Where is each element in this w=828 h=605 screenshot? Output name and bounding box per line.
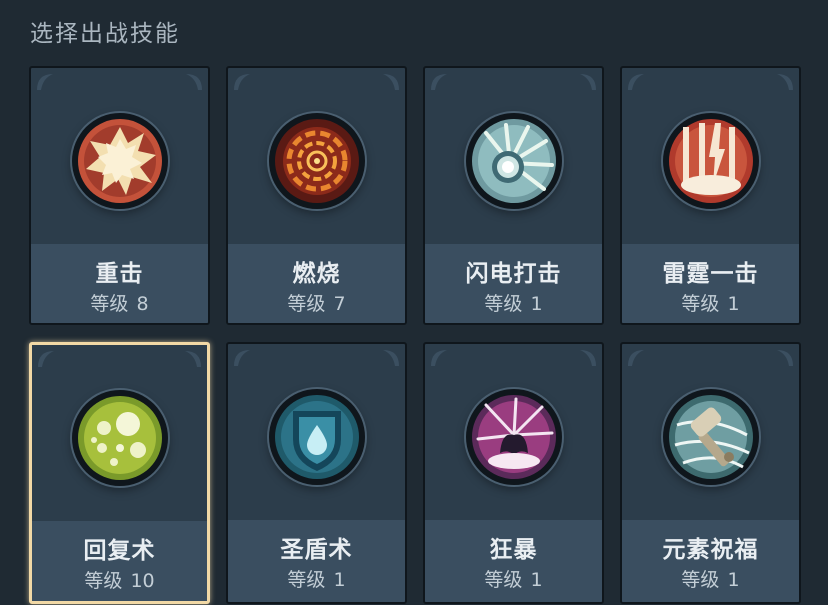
- skill-level: 等级 1: [622, 565, 799, 592]
- skill-level: 等级 10: [32, 566, 207, 593]
- corner-ornament-icon: [38, 351, 54, 367]
- skill-name: 燃烧: [292, 261, 341, 287]
- skill-level: 等级 1: [425, 289, 602, 316]
- heavy-strike-icon: [77, 119, 162, 203]
- skill-card-holy-shield[interactable]: 圣盾术 等级 1: [226, 342, 407, 604]
- skill-name: 回复术: [83, 538, 156, 564]
- skill-level: 等级 7: [228, 289, 405, 316]
- skill-medallion: [465, 389, 562, 485]
- corner-ornament-icon: [234, 74, 250, 90]
- skill-name: 元素祝福: [662, 537, 759, 563]
- skill-medallion: [71, 113, 168, 209]
- level-value: 7: [333, 293, 346, 315]
- corner-ornament-icon: [777, 74, 793, 90]
- burn-icon: [274, 119, 359, 203]
- level-label: 等级: [287, 569, 326, 591]
- skill-level: 等级 1: [622, 289, 799, 316]
- skill-card-heavy-strike[interactable]: 重击 等级 8: [29, 66, 210, 325]
- level-value: 8: [136, 293, 149, 315]
- skill-name: 雷霆一击: [662, 261, 759, 287]
- corner-ornament-icon: [777, 350, 793, 366]
- corner-ornament-icon: [383, 350, 399, 366]
- level-label: 等级: [484, 569, 523, 591]
- level-value: 1: [333, 569, 346, 591]
- skill-card-burn[interactable]: 燃烧 等级 7: [226, 66, 407, 325]
- level-value: 10: [130, 570, 155, 592]
- skill-medallion: [268, 389, 365, 485]
- skill-card-berserk[interactable]: 狂暴 等级 1: [423, 342, 604, 604]
- level-label: 等级: [681, 293, 720, 315]
- corner-ornament-icon: [580, 74, 596, 90]
- corner-ornament-icon: [431, 350, 447, 366]
- level-label: 等级: [681, 569, 720, 591]
- level-label: 等级: [90, 293, 129, 315]
- corner-ornament-icon: [628, 350, 644, 366]
- level-value: 1: [530, 293, 543, 315]
- thunder-strike-icon: [668, 119, 753, 203]
- skill-card-thunder-strike[interactable]: 雷霆一击 等级 1: [620, 66, 801, 325]
- berserk-icon: [471, 395, 556, 479]
- level-value: 1: [727, 293, 740, 315]
- heal-icon: [77, 396, 162, 480]
- lightning-strike-icon: [471, 119, 556, 203]
- level-label: 等级: [484, 293, 523, 315]
- skill-medallion: [465, 113, 562, 209]
- skill-level: 等级 1: [425, 565, 602, 592]
- corner-ornament-icon: [186, 74, 202, 90]
- level-label: 等级: [84, 570, 123, 592]
- corner-ornament-icon: [37, 74, 53, 90]
- skill-medallion: [268, 113, 365, 209]
- holy-shield-icon: [274, 395, 359, 479]
- level-label: 等级: [287, 293, 326, 315]
- corner-ornament-icon: [431, 74, 447, 90]
- skill-card-heal[interactable]: 回复术 等级 10: [29, 342, 210, 604]
- level-value: 1: [530, 569, 543, 591]
- skill-card-lightning-strike[interactable]: 闪电打击 等级 1: [423, 66, 604, 325]
- skill-medallion: [662, 389, 759, 485]
- skill-name: 狂暴: [489, 537, 538, 563]
- skill-medallion: [662, 113, 759, 209]
- corner-ornament-icon: [580, 350, 596, 366]
- corner-ornament-icon: [383, 74, 399, 90]
- level-value: 1: [727, 569, 740, 591]
- skill-name: 圣盾术: [280, 537, 353, 563]
- skill-name: 闪电打击: [465, 261, 562, 287]
- skill-name: 重击: [95, 261, 144, 287]
- corner-ornament-icon: [628, 74, 644, 90]
- skill-medallion: [71, 390, 168, 486]
- skill-level: 等级 1: [228, 565, 405, 592]
- elemental-blessing-icon: [668, 395, 753, 479]
- corner-ornament-icon: [185, 351, 201, 367]
- skill-card-elemental-blessing[interactable]: 元素祝福 等级 1: [620, 342, 801, 604]
- skill-level: 等级 8: [31, 289, 208, 316]
- corner-ornament-icon: [234, 350, 250, 366]
- skill-grid: 重击 等级 8 燃烧 等级 7 闪电打击 等级 1 雷霆一击 等级 1 回复术 …: [29, 66, 801, 604]
- page-title: 选择出战技能: [30, 21, 180, 47]
